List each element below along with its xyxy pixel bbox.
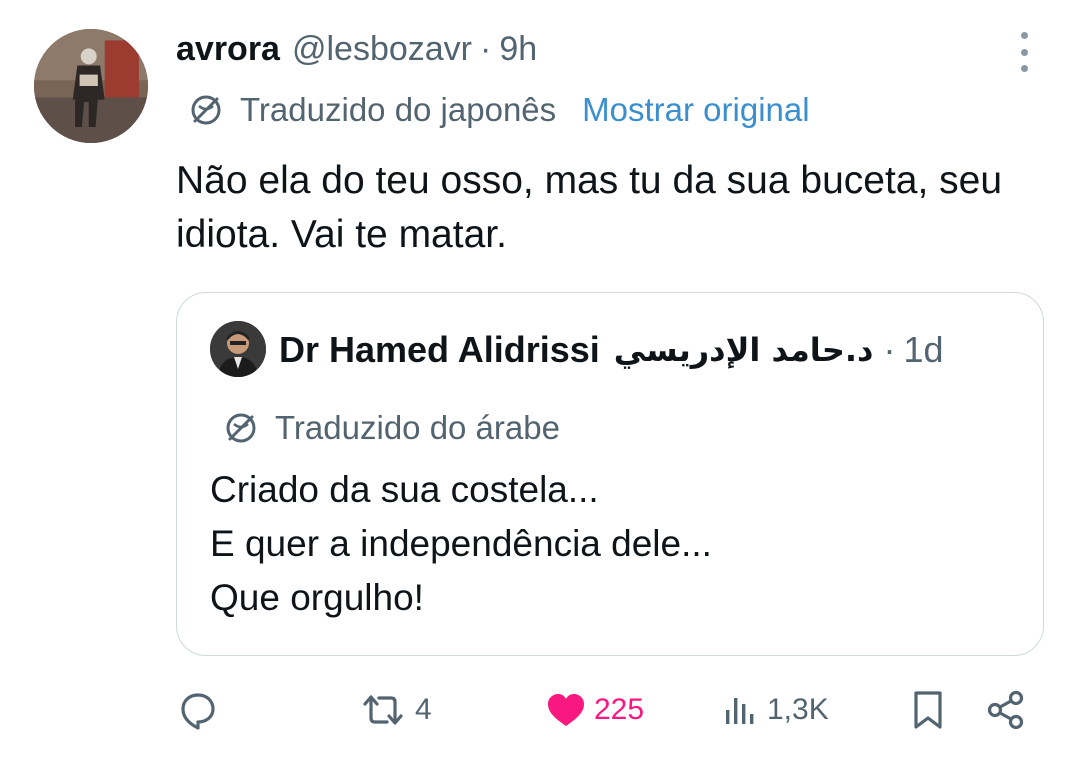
tweet-header: avrora @lesbozavr · 9h — [176, 26, 537, 72]
quote-time[interactable]: 1d — [903, 329, 943, 371]
author-name[interactable]: avrora — [176, 30, 280, 69]
views-bars-icon — [726, 698, 754, 724]
retweet-icon — [363, 695, 403, 725]
share-icon — [987, 690, 1024, 730]
translate-globe-icon — [191, 95, 221, 125]
quote-translation-row: Traduzido do árabe — [221, 406, 560, 450]
bookmark-icon — [914, 691, 942, 729]
heart-filled-icon — [548, 694, 584, 726]
quote-avatar-image — [210, 321, 266, 377]
separator-dot: · — [480, 29, 492, 68]
like-count: 225 — [594, 693, 645, 726]
quote-text-line: Que orgulho! — [210, 577, 424, 618]
quote-author-name-arabic[interactable]: د.حامد الإدريسي — [614, 331, 874, 369]
tweet-text: Não ela do teu osso, mas tu da sua bucet… — [176, 159, 1003, 256]
quote-header: Dr Hamed Alidrissi د.حامد الإدريسي · 1d — [279, 325, 944, 375]
quoted-tweet[interactable]: Dr Hamed Alidrissi د.حامد الإدريسي · 1d … — [176, 292, 1044, 656]
more-vertical-icon[interactable] — [1010, 32, 1038, 72]
quote-translated-label: Traduzido do árabe — [275, 409, 560, 446]
quote-text-line: E quer a independência dele... — [210, 523, 712, 564]
retweet-count: 4 — [415, 693, 432, 726]
bookmark-button[interactable] — [906, 680, 950, 740]
action-bar: 4 225 1,3K — [0, 680, 1080, 740]
quote-separator-dot: · — [883, 329, 896, 370]
tweet-time[interactable]: 9h — [499, 30, 537, 69]
reply-button[interactable] — [176, 680, 226, 740]
quote-text-line: Criado da sua costela... — [210, 469, 599, 510]
avatar-image — [34, 29, 148, 143]
translated-label: Traduzido do japonês — [240, 91, 557, 128]
quote-author-name[interactable]: Dr Hamed Alidrissi — [279, 329, 600, 371]
views-button[interactable]: 1,3K — [721, 680, 829, 740]
views-count: 1,3K — [767, 693, 829, 726]
author-avatar[interactable] — [34, 29, 148, 143]
like-button[interactable]: 225 — [544, 680, 644, 740]
show-original-link[interactable]: Mostrar original — [582, 91, 809, 129]
translate-globe-icon — [226, 413, 256, 443]
author-handle[interactable]: @lesbozavr — [292, 30, 472, 69]
quote-author-avatar[interactable] — [210, 321, 266, 377]
retweet-button[interactable]: 4 — [357, 680, 432, 740]
reply-icon — [181, 693, 215, 730]
share-button[interactable] — [984, 680, 1028, 740]
quote-text: Criado da sua costela... E quer a indepe… — [210, 463, 1010, 625]
tweet[interactable]: avrora @lesbozavr · 9h Traduzido do japo… — [0, 0, 1080, 770]
translation-row: Traduzido do japonês Mostrar original — [186, 88, 810, 132]
